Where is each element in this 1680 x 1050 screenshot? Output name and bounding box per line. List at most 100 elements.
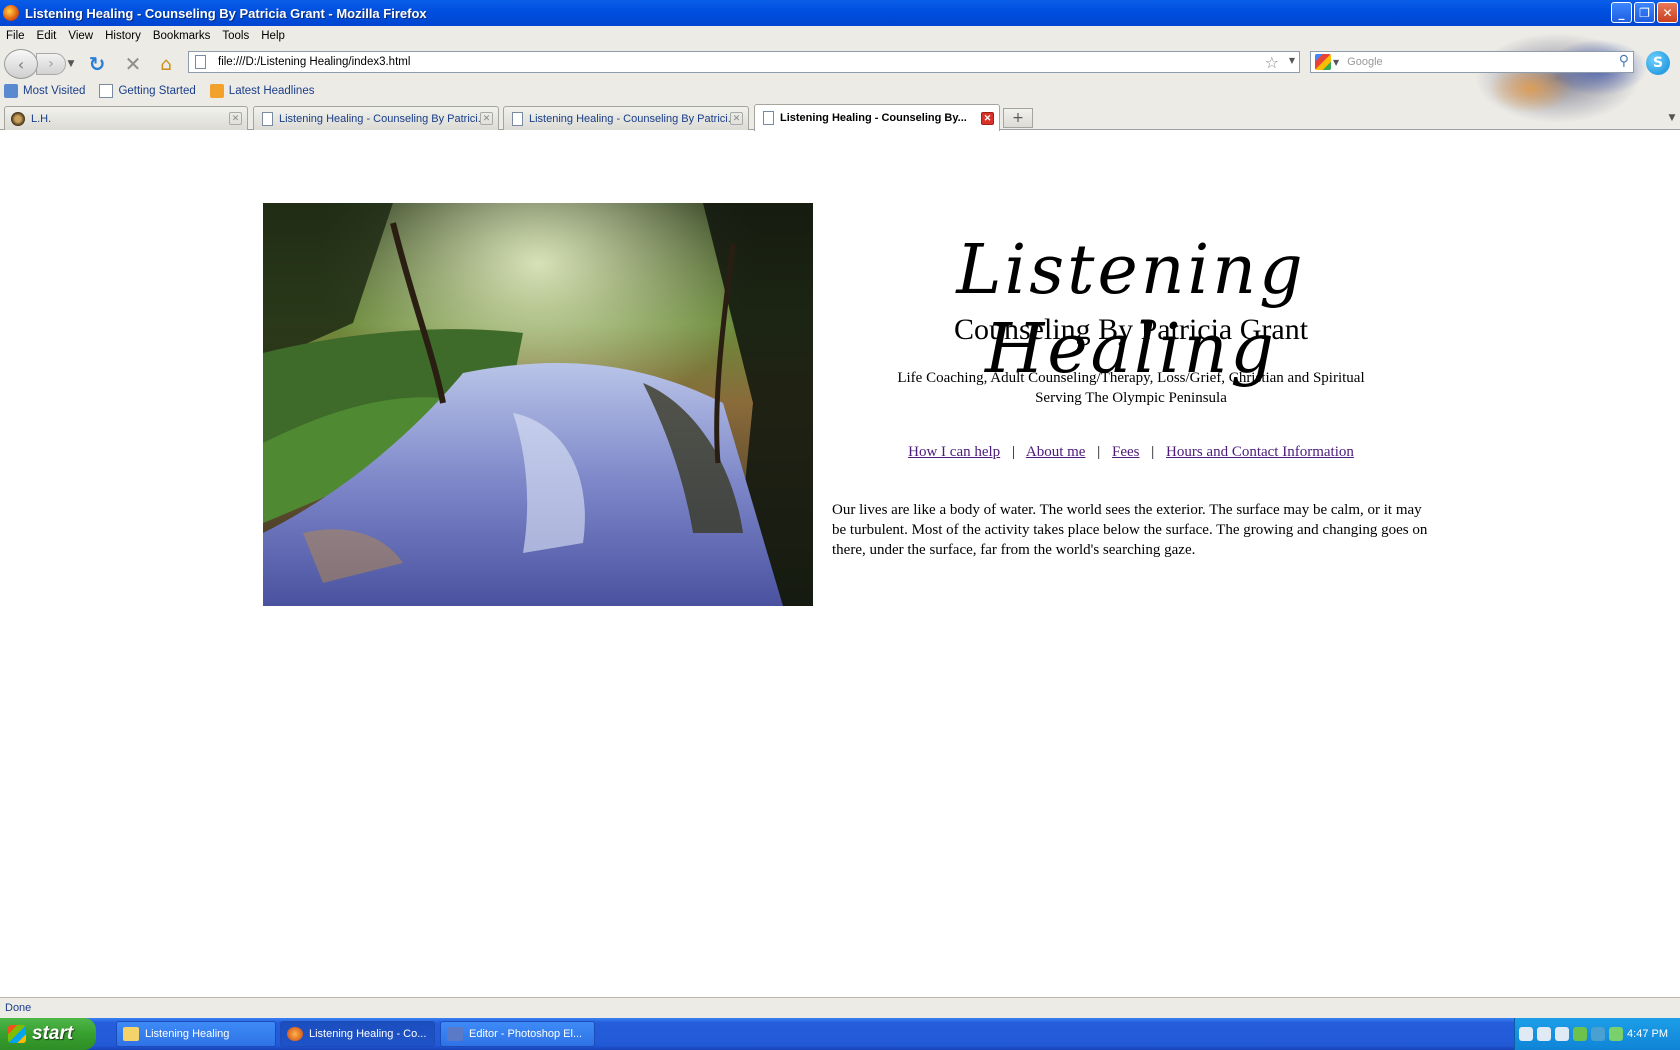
menu-bar: File Edit View History Bookmarks Tools H… — [0, 26, 291, 46]
menu-bookmarks[interactable]: Bookmarks — [147, 30, 217, 42]
task-firefox[interactable]: Listening Healing - Co... — [280, 1021, 435, 1047]
task-listening-healing-folder[interactable]: Listening Healing — [116, 1021, 276, 1047]
tray-app-icon[interactable] — [1555, 1027, 1569, 1041]
status-text: Done — [5, 1002, 32, 1014]
creek-photo — [263, 203, 813, 606]
tab-close-icon[interactable]: ✕ — [730, 112, 743, 125]
start-label: start — [32, 1023, 74, 1044]
link-fees[interactable]: Fees — [1112, 444, 1140, 460]
tab-label: Listening Healing - Counseling By Patric… — [279, 112, 480, 125]
tray-network-icon[interactable] — [1537, 1027, 1551, 1041]
bookmark-label: Getting Started — [118, 85, 196, 97]
task-label: Listening Healing - Co... — [309, 1028, 427, 1040]
page-content: Listening Healing Counseling By Patricia… — [0, 131, 1680, 997]
link-separator: | — [1097, 444, 1101, 460]
window-controls: _ ❐ ✕ — [1611, 2, 1678, 23]
page-icon — [99, 84, 114, 98]
search-bar[interactable]: ▼ Google ⚲ — [1310, 51, 1634, 73]
bookmark-label: Latest Headlines — [228, 85, 315, 97]
close-button[interactable]: ✕ — [1657, 2, 1678, 23]
windows-taskbar: start Listening Healing Listening Healin… — [0, 1018, 1680, 1050]
task-label: Listening Healing — [145, 1028, 230, 1040]
tab-listening-healing-1[interactable]: Listening Healing - Counseling By Patric… — [253, 106, 499, 130]
reload-icon[interactable]: ↻ — [86, 52, 108, 76]
rss-icon — [209, 84, 224, 98]
site-nav-links: How I can help | About me | Fees | Hours… — [832, 444, 1430, 461]
page-icon — [195, 55, 206, 69]
tray-arrow-icon[interactable] — [1519, 1027, 1533, 1041]
bookmark-latest-headlines[interactable]: Latest Headlines — [209, 84, 315, 98]
menu-help[interactable]: Help — [255, 30, 291, 42]
tab-listening-healing-2[interactable]: Listening Healing - Counseling By Patric… — [503, 106, 749, 130]
tab-close-icon[interactable]: ✕ — [981, 111, 994, 125]
tagline: Life Coaching, Adult Counseling/Therapy,… — [832, 368, 1430, 408]
start-button[interactable]: start — [0, 1018, 96, 1050]
link-how-i-can-help[interactable]: How I can help — [908, 444, 1000, 460]
home-icon[interactable]: ⌂ — [155, 53, 177, 75]
link-hours-contact[interactable]: Hours and Contact Information — [1166, 444, 1354, 460]
navigation-toolbar: › ‹ ▼ ↻ ✕ ⌂ file:///D:/Listening Healing… — [0, 48, 1680, 79]
url-bar[interactable]: file:///D:/Listening Healing/index3.html… — [188, 51, 1300, 73]
firefox-icon — [287, 1027, 303, 1041]
link-about-me[interactable]: About me — [1026, 444, 1086, 460]
firefox-icon — [3, 5, 19, 21]
bookmarks-toolbar: Most Visited Getting Started Latest Head… — [0, 80, 324, 102]
tagline-region: Serving The Olympic Peninsula — [1035, 390, 1227, 406]
new-tab-button[interactable]: + — [1003, 108, 1033, 128]
menu-edit[interactable]: Edit — [31, 30, 63, 42]
search-input[interactable]: Google — [1347, 56, 1382, 68]
tab-strip: L.H. ✕ Listening Healing - Counseling By… — [0, 104, 1680, 131]
bookmark-most-visited[interactable]: Most Visited — [4, 84, 85, 98]
skype-icon[interactable]: S — [1646, 51, 1670, 75]
tab-label: L.H. — [31, 112, 52, 125]
url-dropdown-icon[interactable]: ▼ — [1289, 56, 1295, 65]
tray-update-icon[interactable] — [1591, 1027, 1605, 1041]
most-visited-icon — [4, 84, 18, 98]
tab-label: Listening Healing - Counseling By... — [780, 112, 967, 124]
link-separator: | — [1011, 444, 1015, 460]
lh-favicon-icon — [11, 111, 25, 126]
forward-button[interactable]: › — [36, 53, 66, 75]
url-text[interactable]: file:///D:/Listening Healing/index3.html — [218, 56, 410, 68]
window-titlebar: Listening Healing - Counseling By Patric… — [0, 0, 1680, 26]
page-icon — [262, 111, 273, 126]
task-photoshop-elements[interactable]: Editor - Photoshop El... — [440, 1021, 595, 1047]
google-icon[interactable] — [1315, 54, 1331, 70]
stop-icon[interactable]: ✕ — [122, 52, 144, 76]
history-dropdown-icon[interactable]: ▼ — [66, 56, 76, 72]
intro-paragraph: Our lives are like a body of water. The … — [832, 502, 1428, 558]
tab-label: Listening Healing - Counseling By Patric… — [529, 112, 730, 125]
page-icon — [512, 111, 523, 126]
site-subtitle: Counseling By Patricia Grant — [953, 313, 1309, 346]
maximize-button[interactable]: ❐ — [1634, 2, 1655, 23]
folder-icon — [123, 1027, 139, 1041]
task-label: Editor - Photoshop El... — [469, 1028, 583, 1040]
tab-lh[interactable]: L.H. ✕ — [4, 106, 248, 130]
menu-tools[interactable]: Tools — [216, 30, 255, 42]
menu-history[interactable]: History — [99, 30, 147, 42]
bookmark-getting-started[interactable]: Getting Started — [99, 84, 196, 98]
photoshop-icon — [447, 1027, 463, 1041]
bookmark-star-icon[interactable]: ☆ — [1265, 53, 1279, 72]
site-title: Listening Healing — [956, 231, 1306, 389]
tab-listening-healing-active[interactable]: Listening Healing - Counseling By... ✕ — [754, 104, 1000, 131]
clock: 4:47 PM — [1627, 1028, 1668, 1040]
tab-close-icon[interactable]: ✕ — [229, 112, 242, 125]
windows-flag-icon — [8, 1025, 26, 1043]
menu-file[interactable]: File — [0, 30, 31, 42]
tab-close-icon[interactable]: ✕ — [480, 112, 493, 125]
back-button[interactable]: ‹ — [4, 49, 38, 79]
tagline-services: Life Coaching, Adult Counseling/Therapy,… — [897, 370, 1365, 386]
tray-security-icon[interactable] — [1573, 1027, 1587, 1041]
status-bar: Done — [0, 997, 1680, 1018]
system-tray: 4:47 PM — [1514, 1018, 1680, 1050]
search-engine-dropdown-icon[interactable]: ▼ — [1333, 58, 1339, 67]
search-icon[interactable]: ⚲ — [1619, 53, 1629, 69]
tab-list-dropdown-icon[interactable]: ▼ — [1664, 108, 1680, 128]
tray-sync-icon[interactable] — [1609, 1027, 1623, 1041]
link-separator: | — [1151, 444, 1155, 460]
bookmark-label: Most Visited — [23, 85, 86, 97]
page-icon — [763, 111, 774, 125]
minimize-button[interactable]: _ — [1611, 2, 1632, 23]
menu-view[interactable]: View — [62, 30, 99, 42]
